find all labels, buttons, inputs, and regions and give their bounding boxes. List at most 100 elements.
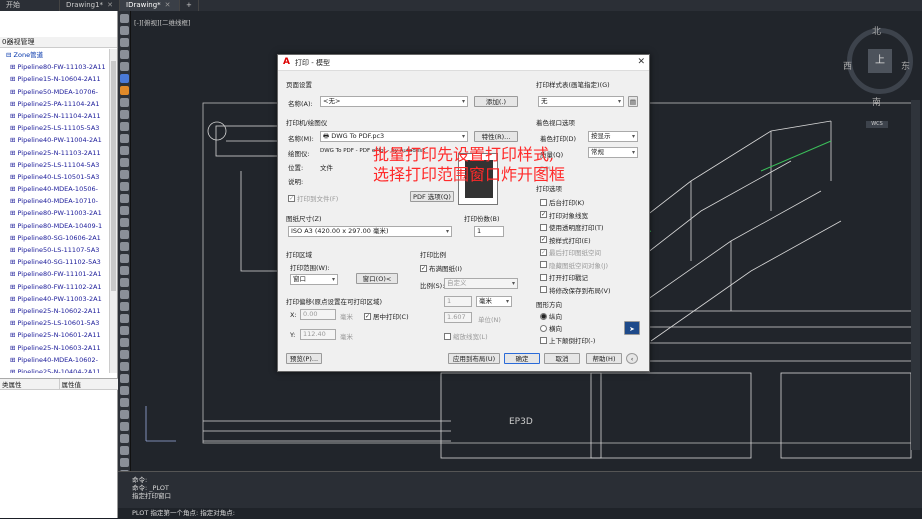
toolbar-tool-icon[interactable] [120, 326, 129, 335]
plot-option-checkbox[interactable]: ✓ 按样式打印(E) [540, 235, 591, 245]
plot-option-checkbox[interactable]: ✓ 最后打印图纸空间 [540, 247, 601, 257]
scale-denominator[interactable]: 1.607 [444, 312, 472, 323]
compass-north[interactable]: 北 [872, 24, 881, 37]
tree-item-pipeline[interactable]: ⊞ Pipeline80-FW-11103-2A11 [0, 61, 110, 73]
pdf-options-button[interactable]: PDF 选项(Q) [410, 191, 454, 202]
tree-item-pipeline[interactable]: ⊞ Pipeline80-PW-11003-2A1 [0, 207, 110, 219]
preview-button[interactable]: 预览(P)... [286, 353, 322, 364]
apply-to-layout-button[interactable]: 应用到布局(U) [448, 353, 500, 364]
compass-east[interactable]: 东 [901, 59, 910, 72]
add-page-setup-button[interactable]: 添加(.) [474, 96, 518, 107]
toolbar-tool-icon[interactable] [120, 290, 129, 299]
toolbar-tool-icon[interactable] [120, 374, 129, 383]
close-icon[interactable]: ✕ [165, 0, 171, 11]
toolbar-tool-icon[interactable] [120, 26, 129, 35]
tree-item-pipeline[interactable]: ⊞ Pipeline40-MDEA-10710- [0, 195, 110, 207]
tree-item-pipeline[interactable]: ⊞ Pipeline40-MDEA-10602- [0, 354, 110, 366]
toolbar-tool-icon[interactable] [120, 206, 129, 215]
toolbar-tool-icon[interactable] [120, 218, 129, 227]
upside-down-checkbox[interactable]: 上下颠倒打印(-) [540, 335, 595, 345]
toolbar-tool-icon[interactable] [120, 74, 129, 83]
landscape-radio[interactable]: 横向 [540, 323, 562, 333]
viewcube-top-face[interactable]: 上 [868, 49, 892, 73]
window-pick-button[interactable]: 窗口(O)< [356, 273, 398, 284]
x-offset-input[interactable]: 0.00 [300, 309, 336, 320]
navigation-bar[interactable] [911, 100, 920, 450]
toolbar-tool-icon[interactable] [120, 338, 129, 347]
copies-input[interactable]: 1 [474, 226, 504, 237]
plot-option-checkbox[interactable]: ✓ 打印对象线宽 [540, 210, 588, 220]
toolbar-tool-icon[interactable] [120, 62, 129, 71]
tab-start[interactable]: 开始 [0, 0, 60, 11]
scale-lineweights-checkbox[interactable]: 缩放线宽(L) [444, 331, 488, 341]
tree-item-pipeline[interactable]: ⊞ Pipeline25-PA-11104-2A1 [0, 98, 110, 110]
toolbar-tool-icon[interactable] [120, 98, 129, 107]
y-offset-input[interactable]: 112.40 [300, 329, 336, 340]
scale-unit-select[interactable]: 毫米 [476, 296, 512, 307]
plot-style-select[interactable]: 无 [538, 96, 624, 107]
toolbar-tool-icon[interactable] [120, 446, 129, 455]
tree-item-pipeline[interactable]: ⊞ Pipeline25-N-11103-2A11 [0, 147, 110, 159]
tree-item-pipeline[interactable]: ⊞ Pipeline40-PW-11004-2A1 [0, 134, 110, 146]
edit-plot-style-button[interactable]: ▤ [628, 96, 638, 107]
toolbar-tool-icon[interactable] [120, 158, 129, 167]
tree-item-pipeline[interactable]: ⊞ Pipeline40-MDEA-10506- [0, 183, 110, 195]
tree-item-pipeline[interactable]: ⊞ Pipeline80-SG-10606-2A1 [0, 232, 110, 244]
ok-button[interactable]: 确定 [504, 353, 540, 364]
tree-item-pipeline[interactable]: ⊞ Pipeline25-LS-11105-5A3 [0, 122, 110, 134]
fit-to-paper-checkbox[interactable]: ✓ 布满图纸(I) [420, 263, 462, 273]
toolbar-tool-icon[interactable] [120, 254, 129, 263]
plot-option-checkbox[interactable]: 使用透明度打印(T) [540, 222, 604, 232]
tree-item-pipeline[interactable]: ⊞ Pipeline25-N-10404-2A11 [0, 366, 110, 373]
tree-item-pipeline[interactable]: ⊞ Pipeline80-MDEA-10409-1 [0, 220, 110, 232]
toolbar-tool-icon[interactable] [120, 182, 129, 191]
tree-item-pipeline[interactable]: ⊞ Pipeline40-PW-11003-2A1 [0, 293, 110, 305]
center-plot-checkbox[interactable]: ✓ 居中打印(C) [364, 311, 409, 321]
plot-option-checkbox[interactable]: 隐藏图纸空间对象(J) [540, 260, 608, 270]
tree-item-pipeline[interactable]: ⊞ Pipeline50-MDEA-10706- [0, 86, 110, 98]
collapse-options-button[interactable]: ‹ [626, 353, 638, 364]
tree-item-pipeline[interactable]: ⊞ Pipeline80-FW-11101-2A1 [0, 268, 110, 280]
toolbar-tool-icon[interactable] [120, 266, 129, 275]
tree-root[interactable]: ⊟ Zone管道 [0, 49, 110, 61]
toolbar-tool-icon[interactable] [120, 122, 129, 131]
tree-item-pipeline[interactable]: ⊞ Pipeline50-LS-11107-5A3 [0, 244, 110, 256]
tree-item-pipeline[interactable]: ⊞ Pipeline40-LS-10501-5A3 [0, 171, 110, 183]
wcs-menu[interactable]: WCS [866, 121, 888, 128]
paper-size-select[interactable]: ISO A3 (420.00 x 297.00 毫米) [288, 226, 452, 237]
tree-scrollbar[interactable] [109, 49, 117, 373]
plot-range-select[interactable]: 窗口 [290, 274, 338, 285]
toolbar-tool-icon[interactable] [120, 170, 129, 179]
toolbar-tool-icon[interactable] [120, 38, 129, 47]
toolbar-tool-icon[interactable] [120, 50, 129, 59]
close-icon[interactable]: ✕ [107, 0, 113, 11]
quality-select[interactable]: 常规 [588, 147, 638, 158]
toolbar-tool-icon[interactable] [120, 194, 129, 203]
scale-select[interactable]: 自定义 [444, 278, 518, 289]
toolbar-tool-icon[interactable] [120, 134, 129, 143]
toolbar-tool-icon[interactable] [120, 398, 129, 407]
compass-south[interactable]: 南 [872, 95, 881, 108]
toolbar-tool-icon[interactable] [120, 350, 129, 359]
help-button[interactable]: 帮助(H) [586, 353, 622, 364]
tab-drawing1[interactable]: Drawing1* ✕ [60, 0, 120, 11]
plot-option-checkbox[interactable]: 打开打印戳记 [540, 272, 588, 282]
tree-item-pipeline[interactable]: ⊞ Pipeline25-N-10602-2A11 [0, 305, 110, 317]
toolbar-tool-icon[interactable] [120, 386, 129, 395]
toolbar-tool-icon[interactable] [120, 434, 129, 443]
printer-select[interactable]: 🖶 DWG To PDF.pc3 [320, 131, 468, 142]
tree-item-pipeline[interactable]: ⊞ Pipeline25-N-11104-2A11 [0, 110, 110, 122]
toolbar-tool-icon[interactable] [120, 422, 129, 431]
toolbar-tool-icon[interactable] [120, 110, 129, 119]
tab-idrawing[interactable]: IDrawing* ✕ [120, 0, 180, 11]
tree-item-pipeline[interactable]: ⊞ Pipeline40-SG-11102-5A3 [0, 256, 110, 268]
plot-option-checkbox[interactable]: 将修改保存到布局(V) [540, 285, 611, 295]
tree-item-pipeline[interactable]: ⊞ Pipeline25-N-10603-2A11 [0, 342, 110, 354]
compass-west[interactable]: 西 [843, 59, 852, 72]
tree-item-pipeline[interactable]: ⊞ Pipeline15-N-10604-2A11 [0, 73, 110, 85]
toolbar-tool-icon[interactable] [120, 302, 129, 311]
toolbar-tool-icon[interactable] [120, 458, 129, 467]
portrait-radio[interactable]: ● 纵向 [540, 311, 562, 321]
toolbar-tool-icon[interactable] [120, 14, 129, 23]
tree-item-pipeline[interactable]: ⊞ Pipeline25-LS-10601-5A3 [0, 317, 110, 329]
